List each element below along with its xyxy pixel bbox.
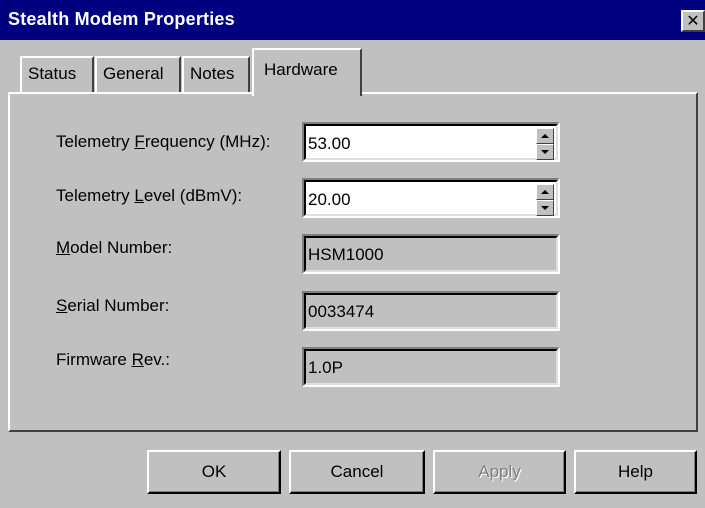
firmware-rev-value: 1.0P (308, 358, 343, 377)
telemetry-frequency-label: Telemetry Frequency (MHz): (56, 132, 271, 151)
serial-number-label: Serial Number: (56, 296, 170, 315)
window-title: Stealth Modem Properties (8, 9, 235, 29)
telemetry-level-spinner[interactable] (536, 184, 554, 216)
telemetry-frequency-down-button[interactable] (536, 144, 554, 160)
tab-general[interactable]: General (95, 56, 181, 92)
tab-hardware[interactable]: Hardware (252, 48, 362, 96)
telemetry-level-down-button[interactable] (536, 200, 554, 216)
apply-button[interactable]: Apply (433, 450, 566, 494)
tab-notes[interactable]: Notes (182, 56, 250, 92)
spin-up-arrow-icon (541, 134, 549, 138)
firmware-rev-label: Firmware Rev.: (56, 350, 170, 369)
telemetry-level-up-button[interactable] (536, 184, 554, 200)
title-bar: Stealth Modem Properties ✕ (0, 0, 705, 40)
model-number-label: Model Number: (56, 238, 173, 257)
firmware-rev-field: 1.0P (302, 347, 560, 387)
telemetry-frequency-up-button[interactable] (536, 128, 554, 144)
help-button[interactable]: Help (574, 450, 697, 494)
close-button[interactable]: ✕ (681, 10, 705, 32)
spin-down-arrow-icon (541, 206, 549, 210)
serial-number-field: 0033474 (302, 291, 560, 331)
cancel-button[interactable]: Cancel (289, 450, 425, 494)
telemetry-frequency-spinbox[interactable] (302, 122, 560, 162)
spin-up-arrow-icon (541, 190, 549, 194)
serial-number-value: 0033474 (308, 302, 375, 321)
telemetry-level-input[interactable] (308, 188, 508, 212)
telemetry-level-spinbox[interactable] (302, 178, 560, 218)
hardware-tab-panel: Telemetry Frequency (MHz): Telemetry Lev… (8, 92, 698, 432)
ok-button[interactable]: OK (147, 450, 281, 494)
telemetry-level-label: Telemetry Level (dBmV): (56, 186, 243, 205)
model-number-field: HSM1000 (302, 234, 560, 274)
model-number-value: HSM1000 (308, 245, 384, 264)
tab-hardware-label: Hardware (264, 60, 338, 79)
spin-down-arrow-icon (541, 150, 549, 154)
telemetry-frequency-input[interactable] (308, 132, 508, 156)
close-icon[interactable]: ✕ (686, 11, 699, 30)
tab-general-label: General (103, 64, 164, 83)
telemetry-frequency-spinner[interactable] (536, 128, 554, 160)
tab-notes-label: Notes (190, 64, 235, 83)
tab-status[interactable]: Status (20, 56, 94, 92)
tab-status-label: Status (28, 64, 77, 83)
